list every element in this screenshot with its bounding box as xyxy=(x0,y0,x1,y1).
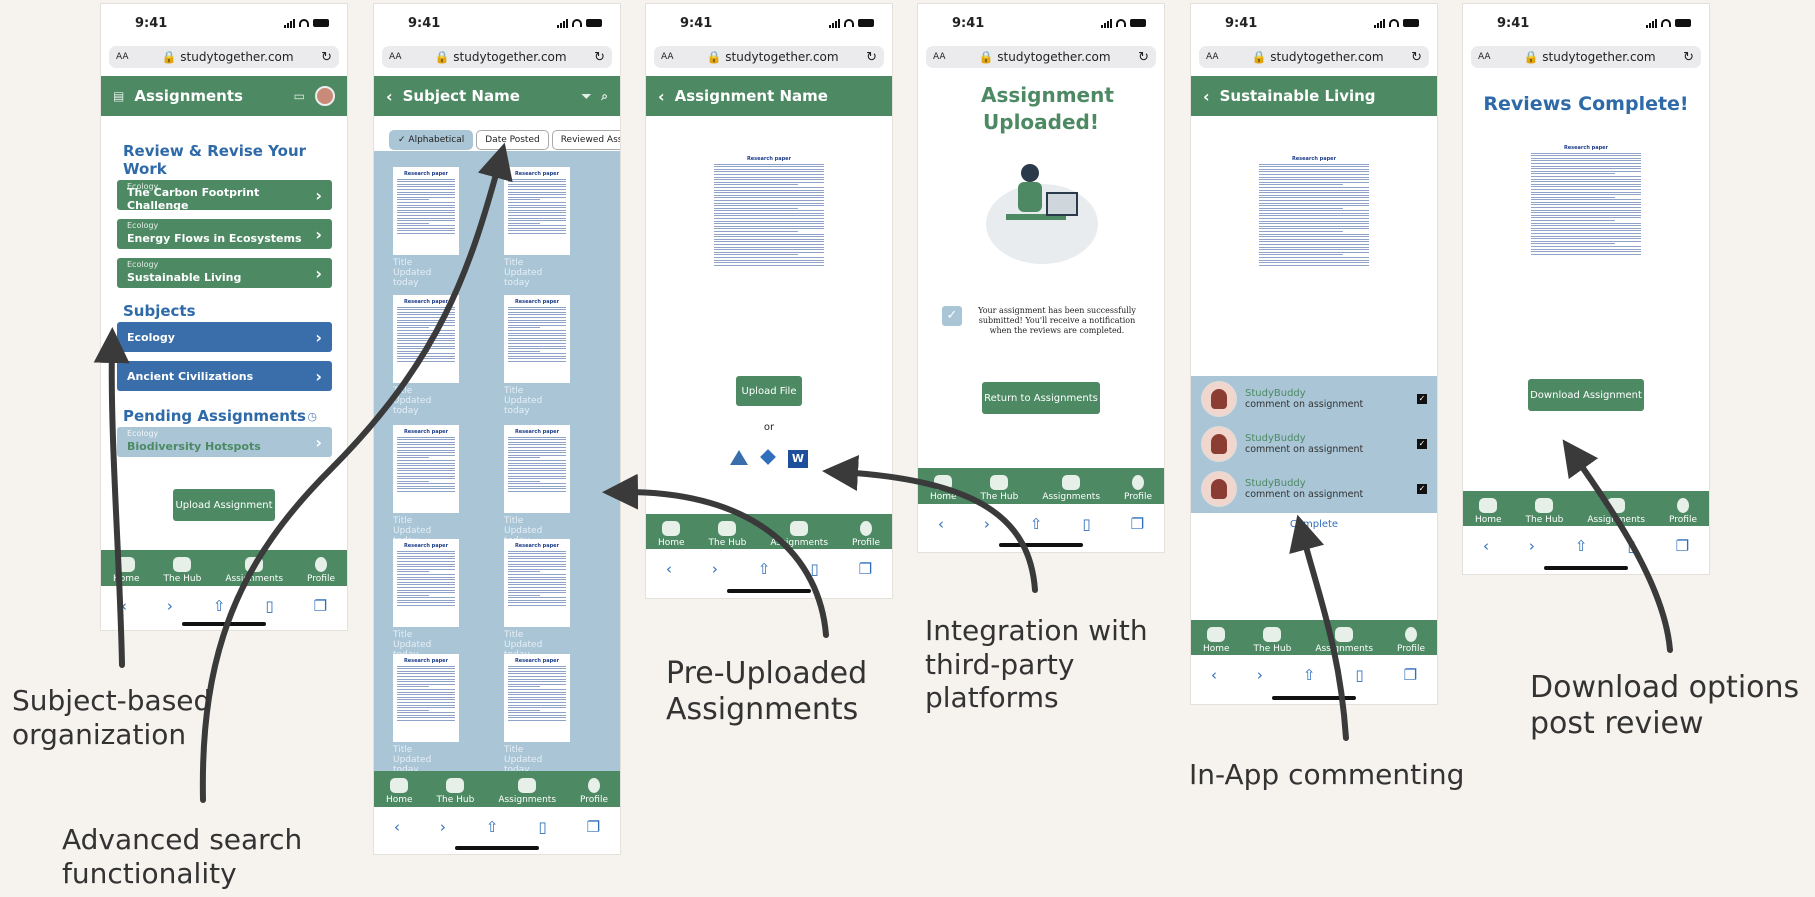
label-preupload: Pre-Uploaded Assignments xyxy=(666,656,868,727)
label-search: Advanced search functionality xyxy=(62,823,303,890)
arrow-download xyxy=(1562,439,1673,653)
arrow-search xyxy=(199,142,513,803)
label-download: Download options post review xyxy=(1530,670,1800,741)
label-integration: Integration with third-party platforms xyxy=(925,614,1148,715)
arrow-preupload xyxy=(602,473,829,638)
annotation-arrows xyxy=(93,142,1673,803)
label-commenting: In-App commenting xyxy=(1189,758,1465,791)
arrow-commenting xyxy=(1289,514,1349,741)
arrow-subject xyxy=(93,327,130,668)
label-subject: Subject-based organization xyxy=(12,684,212,751)
arrow-integration xyxy=(822,455,1038,593)
